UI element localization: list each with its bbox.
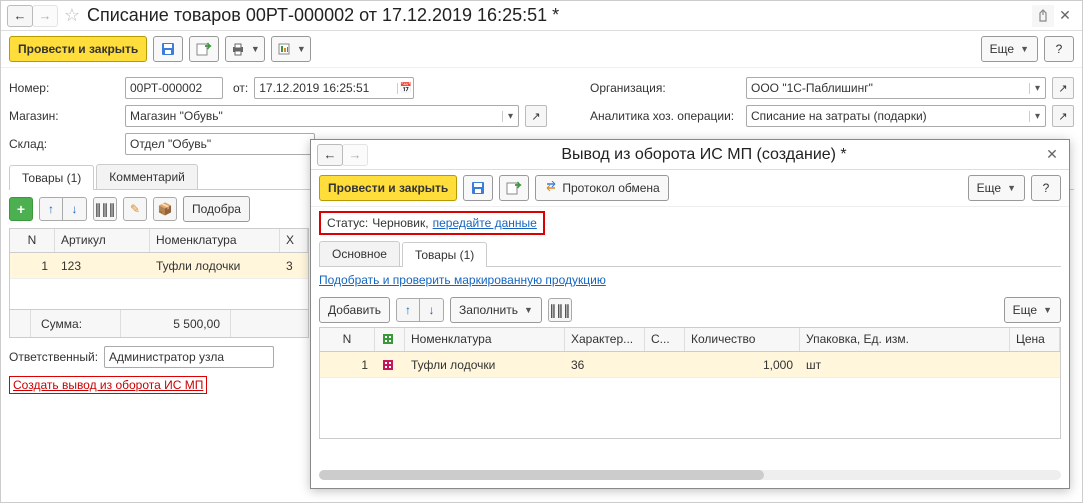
select-items-button[interactable]: Подобра: [183, 196, 250, 222]
sub-col-s: С...: [645, 328, 685, 351]
total-value: 5 500,00: [121, 310, 231, 337]
create-withdrawal-link[interactable]: Создать вывод из оборота ИС МП: [9, 376, 207, 394]
attach-icon[interactable]: [1032, 5, 1054, 27]
sub-col-nomen: Номенклатура: [405, 328, 565, 351]
tab-goods[interactable]: Товары (1): [9, 165, 94, 190]
sub-grid-more-button[interactable]: Еще▼: [1004, 297, 1061, 323]
total-label: Сумма:: [31, 310, 121, 337]
org-label: Организация:: [590, 81, 740, 95]
move-down-button[interactable]: ↓: [63, 197, 87, 221]
edit-button[interactable]: ✎: [123, 197, 147, 221]
package-button[interactable]: 📦: [153, 197, 177, 221]
page-title: Списание товаров 00РТ-000002 от 17.12.20…: [87, 5, 559, 26]
post-and-close-button[interactable]: Провести и закрыть: [9, 36, 147, 62]
move-up-button[interactable]: ↑: [39, 197, 63, 221]
help-button[interactable]: ?: [1044, 36, 1074, 62]
col-n: N: [10, 229, 55, 252]
sub-nav-back-button[interactable]: ←: [317, 144, 343, 166]
sub-move-up-button[interactable]: ↑: [396, 298, 420, 322]
sub-tab-main[interactable]: Основное: [319, 241, 400, 266]
status-value: Черновик,: [372, 216, 428, 230]
table-row[interactable]: 1 123 Туфли лодочки 3: [10, 253, 308, 279]
col-article: Артикул: [55, 229, 150, 252]
sub-nav-forward-button[interactable]: →: [342, 144, 368, 166]
shop-label: Магазин:: [9, 109, 119, 123]
date-input[interactable]: 17.12.2019 16:25:51 📅: [254, 77, 414, 99]
number-label: Номер:: [9, 81, 119, 95]
analytics-open-button[interactable]: ↗: [1052, 105, 1074, 127]
warehouse-input[interactable]: Отдел "Обувь": [125, 133, 315, 155]
barcode-button[interactable]: ∥∥∥: [93, 197, 117, 221]
number-input[interactable]: 00РТ-000002: [125, 77, 223, 99]
org-open-button[interactable]: ↗: [1052, 77, 1074, 99]
post-button[interactable]: [189, 36, 219, 62]
col-x: Х: [280, 229, 308, 252]
tab-comment[interactable]: Комментарий: [96, 164, 198, 189]
close-button[interactable]: ✕: [1054, 5, 1076, 27]
sub-fill-button[interactable]: Заполнить▼: [450, 297, 542, 323]
sub-page-title: Вывод из оборота ИС МП (создание) *: [367, 146, 1041, 164]
warehouse-label: Склад:: [9, 137, 119, 151]
sub-col-pack: Упаковка, Ед. изм.: [800, 328, 1010, 351]
sub-more-button[interactable]: Еще▼: [968, 175, 1025, 201]
exchange-log-button[interactable]: Протокол обмена: [535, 175, 668, 201]
responsible-input[interactable]: Администратор узла: [104, 346, 274, 368]
sub-col-char: Характер...: [565, 328, 645, 351]
sub-add-button[interactable]: Добавить: [319, 297, 390, 323]
col-nomenclature: Номенклатура: [150, 229, 280, 252]
more-button[interactable]: Еще▼: [981, 36, 1038, 62]
analytics-input[interactable]: Списание на затраты (подарки)▾: [746, 105, 1046, 127]
print-button[interactable]: ▼: [225, 36, 265, 62]
sub-help-button[interactable]: ?: [1031, 175, 1061, 201]
pick-verify-link[interactable]: Подобрать и проверить маркированную прод…: [319, 273, 606, 287]
sub-col-price: Цена: [1010, 328, 1060, 351]
favorite-star-icon[interactable]: ☆: [61, 5, 83, 27]
sub-col-n: N: [320, 328, 375, 351]
sub-save-button[interactable]: [463, 175, 493, 201]
sub-post-and-close-button[interactable]: Провести и закрыть: [319, 175, 457, 201]
shop-input[interactable]: Магазин "Обувь"▾: [125, 105, 519, 127]
status-block: Статус: Черновик, передайте данные: [319, 211, 545, 235]
sub-col-mark: [375, 328, 405, 351]
from-label: от:: [233, 81, 248, 95]
sub-col-qty: Количество: [685, 328, 800, 351]
sub-post-button[interactable]: [499, 175, 529, 201]
sub-barcode-button[interactable]: ∥∥∥: [548, 298, 572, 322]
status-link[interactable]: передайте данные: [433, 216, 537, 230]
org-input[interactable]: ООО "1С-Паблишинг"▾: [746, 77, 1046, 99]
status-label: Статус:: [327, 216, 368, 230]
report-button[interactable]: ▼: [271, 36, 311, 62]
analytics-label: Аналитика хоз. операции:: [590, 109, 740, 123]
calendar-icon[interactable]: 📅: [397, 83, 413, 94]
sub-move-down-button[interactable]: ↓: [420, 298, 444, 322]
horizontal-scrollbar[interactable]: [319, 470, 1061, 480]
sub-table-row[interactable]: 1 Туфли лодочки 36 1,000 шт: [320, 352, 1060, 378]
add-row-button[interactable]: +: [9, 197, 33, 221]
responsible-label: Ответственный:: [9, 350, 98, 364]
shop-open-button[interactable]: ↗: [525, 105, 547, 127]
nav-back-button[interactable]: ←: [7, 5, 33, 27]
sub-close-button[interactable]: ✕: [1041, 144, 1063, 166]
nav-forward-button[interactable]: →: [32, 5, 58, 27]
save-button[interactable]: [153, 36, 183, 62]
sub-tab-goods[interactable]: Товары (1): [402, 242, 487, 267]
mark-icon: [375, 354, 405, 376]
